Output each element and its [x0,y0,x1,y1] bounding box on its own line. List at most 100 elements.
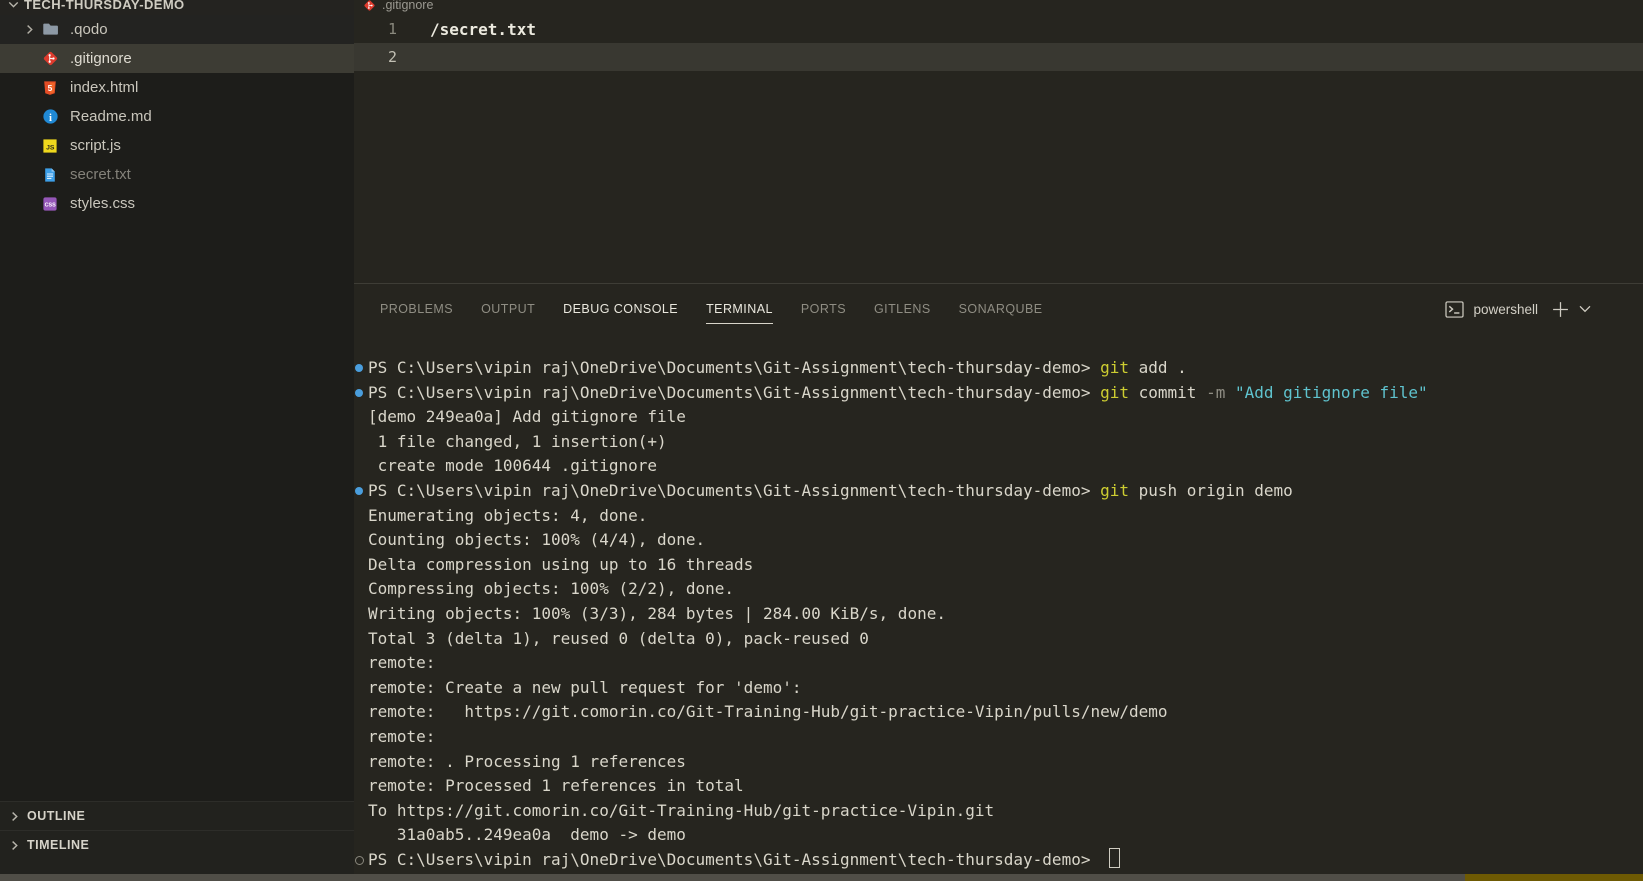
sidebar-sections: OUTLINE TIMELINE [0,801,354,859]
explorer-root-header[interactable]: TECH-THURSDAY-DEMO [0,0,354,15]
terminal-text: Delta compression using up to 16 threads [368,555,753,574]
shell-selector[interactable]: powershell [1473,302,1538,317]
git-icon [363,0,376,12]
file-row--gitignore[interactable]: .gitignore [0,44,354,73]
terminal-output[interactable]: PS C:\Users\vipin raj\OneDrive\Documents… [354,334,1643,874]
terminal-line: PS C:\Users\vipin raj\OneDrive\Documents… [354,479,1643,504]
file-label: Readme.md [70,108,152,125]
terminal-text: git [1100,383,1129,402]
terminal-line: Total 3 (delta 1), reused 0 (delta 0), p… [354,627,1643,652]
terminal-text: add . [1129,358,1187,377]
terminal-line: Counting objects: 100% (4/4), done. [354,528,1643,553]
terminal-text: PS C:\Users\vipin raj\OneDrive\Documents… [368,358,1100,377]
terminal-text: "Add gitignore file" [1225,383,1427,402]
terminal-line: PS C:\Users\vipin raj\OneDrive\Documents… [354,848,1643,873]
panel-header: PROBLEMSOUTPUTDEBUG CONSOLETERMINALPORTS… [354,284,1643,334]
vscode-window: TECH-THURSDAY-DEMO .qodo .gitignore 5index… [0,0,1643,881]
terminal-text: remote: [368,727,435,746]
panel-tab-sonarqube[interactable]: SONARQUBE [945,284,1057,334]
file-tree: .qodo .gitignore 5index.html i Readme.md JSsc… [0,15,354,810]
terminal-text: 1 file changed, 1 insertion(+) [368,432,667,451]
file-label: .gitignore [70,50,132,67]
terminal-text: git [1100,358,1129,377]
info-icon: i [42,108,63,125]
file-label: .qodo [70,21,108,38]
command-success-dot-icon [355,364,363,372]
terminal-line: 1 file changed, 1 insertion(+) [354,430,1643,455]
terminal-text: git [1100,481,1129,500]
terminal-line: remote: . Processing 1 references [354,750,1643,775]
text-file-icon [42,167,63,183]
terminal-cursor [1109,848,1120,868]
file-label: script.js [70,137,121,154]
panel-tab-debug-console[interactable]: DEBUG CONSOLE [549,284,692,334]
git-icon [42,50,63,67]
terminal-line: Compressing objects: 100% (2/2), done. [354,577,1643,602]
file-row-index-html[interactable]: 5index.html [0,73,354,102]
chevron-right-icon [7,809,22,824]
panel-tabs: PROBLEMSOUTPUTDEBUG CONSOLETERMINALPORTS… [366,284,1057,334]
svg-text:5: 5 [48,82,53,92]
code-line[interactable]: 1/secret.txt [354,15,1643,43]
terminal-dropdown-chevron-icon[interactable] [1579,305,1591,313]
bottom-panel: PROBLEMSOUTPUTDEBUG CONSOLETERMINALPORTS… [354,283,1643,874]
breadcrumb[interactable]: .gitignore [354,0,1643,15]
terminal-text: remote: Create a new pull request for 'd… [368,678,801,697]
explorer-sidebar: TECH-THURSDAY-DEMO .qodo .gitignore 5index… [0,0,354,874]
section-header-outline[interactable]: OUTLINE [0,801,354,830]
terminal-text: Compressing objects: 100% (2/2), done. [368,579,734,598]
code-line[interactable]: 2 [354,43,1643,71]
explorer-root-label: TECH-THURSDAY-DEMO [24,0,185,12]
section-header-timeline[interactable]: TIMELINE [0,830,354,859]
svg-text:i: i [49,113,52,124]
panel-tab-ports[interactable]: PORTS [787,284,860,334]
file-row-readme-md[interactable]: i Readme.md [0,102,354,131]
terminal-text: Writing objects: 100% (3/3), 284 bytes |… [368,604,946,623]
terminal-line: Writing objects: 100% (3/3), 284 bytes |… [354,602,1643,627]
line-number: 1 [354,20,397,38]
panel-tab-problems[interactable]: PROBLEMS [366,284,467,334]
chevron-down-icon [6,0,21,12]
terminal-text: create mode 100644 .gitignore [368,456,657,475]
code-editor[interactable]: 1/secret.txt2 [354,15,1643,71]
bottom-edge-bar [0,874,1643,881]
breadcrumb-file-label: .gitignore [382,0,433,12]
terminal-text: commit [1129,383,1206,402]
chevron-right-icon [7,838,22,853]
css-icon: CSS [42,196,63,212]
section-label: TIMELINE [27,838,89,852]
terminal-line: create mode 100644 .gitignore [354,454,1643,479]
terminal-line: To https://git.comorin.co/Git-Training-H… [354,799,1643,824]
bottom-edge-accent [1465,874,1643,881]
terminal-line: Enumerating objects: 4, done. [354,504,1643,529]
terminal-icon [1445,301,1464,318]
terminal-text: Total 3 (delta 1), reused 0 (delta 0), p… [368,629,869,648]
terminal-text: 31a0ab5..249ea0a demo -> demo [368,825,686,844]
terminal-line: remote: [354,725,1643,750]
code-text: /secret.txt [430,20,536,39]
command-pending-circle-icon [355,856,364,865]
panel-tab-terminal[interactable]: TERMINAL [692,284,787,334]
command-success-dot-icon [355,487,363,495]
terminal-text: remote: [368,653,435,672]
chevron-right-icon [22,22,42,37]
terminal-text: push origin demo [1129,481,1293,500]
panel-tab-gitlens[interactable]: GITLENS [860,284,945,334]
terminal-line: Delta compression using up to 16 threads [354,553,1643,578]
terminal-text: PS C:\Users\vipin raj\OneDrive\Documents… [368,383,1100,402]
terminal-text: [demo 249ea0a] Add gitignore file [368,407,686,426]
panel-actions: powershell [1445,300,1643,319]
file-row-script-js[interactable]: JSscript.js [0,131,354,160]
section-label: OUTLINE [27,809,85,823]
file-row--qodo[interactable]: .qodo [0,15,354,44]
terminal-line: PS C:\Users\vipin raj\OneDrive\Documents… [354,356,1643,381]
terminal-line: remote: [354,651,1643,676]
file-row-styles-css[interactable]: CSSstyles.css [0,189,354,218]
editor-region: .gitignore 1/secret.txt2 [354,0,1643,283]
html-icon: 5 [42,80,63,96]
new-terminal-button[interactable] [1551,300,1570,319]
terminal-line: PS C:\Users\vipin raj\OneDrive\Documents… [354,381,1643,406]
panel-tab-output[interactable]: OUTPUT [467,284,549,334]
terminal-text: remote: Processed 1 references in total [368,776,744,795]
file-row-secret-txt[interactable]: secret.txt [0,160,354,189]
